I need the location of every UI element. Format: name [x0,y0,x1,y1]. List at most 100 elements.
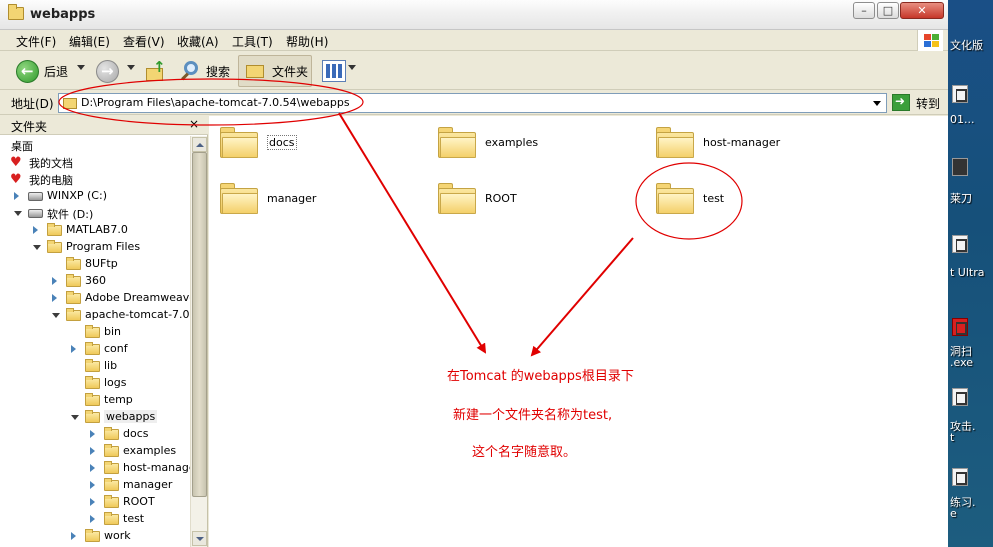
views-button[interactable] [322,60,346,82]
expand-icon[interactable] [90,498,95,506]
folder-label[interactable]: docs [267,135,297,150]
tree-item-label: Program Files [66,240,141,253]
drive-icon [28,209,43,218]
tree-scrollbar[interactable] [190,136,207,547]
back-button[interactable]: ← [16,60,39,83]
folder-icon [66,257,81,270]
annotation-line-1: 在Tomcat 的webapps根目录下 [447,369,634,384]
expand-icon[interactable] [52,277,57,285]
desktop-app-icon[interactable] [952,158,968,176]
expand-icon[interactable] [14,192,19,200]
forward-dropdown-icon[interactable] [127,65,135,70]
tree-item[interactable]: manager [0,477,190,494]
folder-icon [85,529,100,542]
maximize-button[interactable]: □ [877,2,899,19]
collapse-icon[interactable] [14,211,22,216]
tree-item[interactable]: 360 [0,273,190,290]
forward-button[interactable]: → [96,60,119,83]
go-button[interactable]: 转到 [892,93,944,113]
desktop-file-icon[interactable] [952,85,968,103]
folder-icon [47,240,62,253]
folder-label[interactable]: ROOT [485,192,517,205]
menu-help[interactable]: 帮助(H) [286,33,328,50]
desktop-label[interactable]: 莱刀 [950,190,972,206]
collapse-icon[interactable] [71,415,79,420]
tree-item-label: logs [104,376,127,389]
desktop-app-icon[interactable] [952,318,968,336]
tree-item[interactable]: bin [0,324,190,341]
search-button[interactable] [180,60,202,82]
tree-item[interactable]: WINXP (C:) [0,188,190,205]
tree-item[interactable]: temp [0,392,190,409]
collapse-icon[interactable] [33,245,41,250]
tree-item[interactable]: ROOT [0,494,190,511]
close-icon[interactable]: × [189,117,199,131]
folder-label[interactable]: examples [485,136,538,149]
up-folder-button[interactable]: ↑ [146,58,168,82]
tree-item[interactable]: work [0,528,190,545]
tree-item-label: work [104,529,131,542]
expand-icon[interactable] [52,294,57,302]
desktop-label[interactable]: 01... [950,113,975,126]
folders-button[interactable]: 文件夹 [238,55,312,87]
desktop-label[interactable]: 文化版 [950,37,983,53]
scroll-up-icon[interactable] [192,137,207,152]
tree-item[interactable]: test [0,511,190,528]
back-label[interactable]: 后退 [44,63,68,80]
folder-label[interactable]: test [703,192,724,205]
tree-item[interactable]: webapps [0,409,190,426]
desktop-label[interactable]: t [950,431,954,444]
address-input[interactable]: D:\Program Files\apache-tomcat-7.0.54\we… [58,93,887,113]
desktop-file-icon[interactable] [952,235,968,253]
menu-edit[interactable]: 编辑(E) [69,33,110,50]
tree-item[interactable]: examples [0,443,190,460]
menu-view[interactable]: 查看(V) [123,33,165,50]
tree-item[interactable]: host-manager [0,460,190,477]
close-button[interactable]: ✕ [900,2,944,19]
tree-item[interactable]: conf [0,341,190,358]
expand-icon[interactable] [90,430,95,438]
tree-item[interactable]: 桌面 [0,137,190,154]
expand-icon[interactable] [71,345,76,353]
menu-file[interactable]: 文件(F) [16,33,56,50]
title-bar[interactable]: webapps – □ ✕ [0,0,948,30]
desktop-label[interactable]: t Ultra [950,266,985,279]
collapse-icon[interactable] [52,313,60,318]
tree-item[interactable]: logs [0,375,190,392]
menu-favorites[interactable]: 收藏(A) [177,33,219,50]
desktop-label[interactable]: .exe [950,356,973,369]
tree-item[interactable]: ♥ 我的电脑 [0,171,190,188]
search-label[interactable]: 搜索 [206,63,230,80]
expand-icon[interactable] [71,532,76,540]
folders-label: 文件夹 [272,65,309,79]
expand-icon[interactable] [90,515,95,523]
expand-icon[interactable] [90,464,95,472]
desktop-label[interactable]: e [950,507,957,520]
views-dropdown-icon[interactable] [348,65,356,70]
expand-icon[interactable] [90,481,95,489]
folder-label[interactable]: host-manager [703,136,780,149]
tree-item[interactable]: Program Files [0,239,190,256]
desktop-file-icon[interactable] [952,468,968,486]
scroll-down-icon[interactable] [192,531,207,546]
address-dropdown-icon[interactable] [869,94,886,112]
expand-icon[interactable] [33,226,38,234]
menu-tools[interactable]: 工具(T) [232,33,273,50]
scroll-thumb[interactable] [192,152,207,497]
tree-item[interactable]: docs [0,426,190,443]
tree-item[interactable]: lib [0,358,190,375]
folder-icon [85,359,100,372]
tree-item[interactable]: ♥ 我的文档 [0,154,190,171]
tree-item[interactable]: MATLAB7.0 [0,222,190,239]
expand-icon[interactable] [90,447,95,455]
tree-item[interactable]: 8UFtp [0,256,190,273]
folder-pane-title: 文件夹 [11,120,48,134]
desktop-file-icon[interactable] [952,388,968,406]
folder-label[interactable]: manager [267,192,316,205]
tree-item[interactable]: Adobe Dreamweaver [0,290,190,307]
back-dropdown-icon[interactable] [77,65,85,70]
tree-item[interactable]: apache-tomcat-7.0.5 [0,307,190,324]
address-value[interactable]: D:\Program Files\apache-tomcat-7.0.54\we… [81,96,350,109]
minimize-button[interactable]: – [853,2,875,19]
tree-item[interactable]: 软件 (D:) [0,205,190,222]
